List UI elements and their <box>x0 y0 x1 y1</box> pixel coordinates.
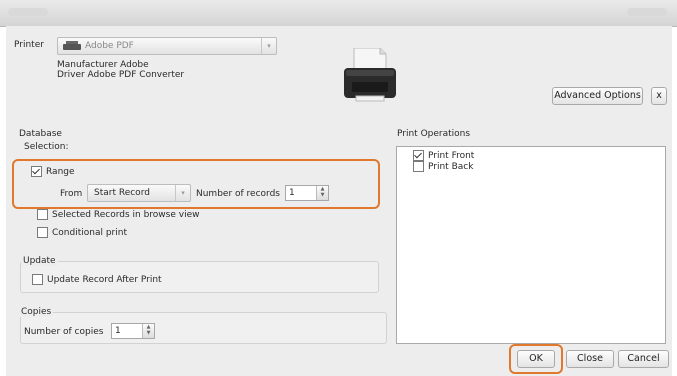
print-front-checkbox[interactable] <box>413 150 424 161</box>
stepper-arrows-icon[interactable]: ▲ ▼ <box>142 324 154 338</box>
copies-value: 1 <box>115 326 121 336</box>
print-operations-list: Print Front Print Back <box>396 146 666 344</box>
printer-icon <box>340 47 400 104</box>
copies-title: Copies <box>19 307 54 317</box>
titlebar-right-controls <box>627 8 667 16</box>
print-operations-title: Print Operations <box>397 129 471 139</box>
conditional-print-checkbox[interactable]: Conditional print <box>37 227 127 238</box>
print-back-checkbox[interactable] <box>413 161 424 172</box>
print-front-option[interactable]: Print Front <box>413 150 474 161</box>
conditional-print-checkbox-box[interactable] <box>37 227 48 238</box>
selected-records-label: Selected Records in browse view <box>52 210 200 220</box>
printer-driver: Driver Adobe PDF Converter <box>57 70 185 80</box>
database-title: Database <box>19 129 62 139</box>
printer-select-value: Adobe PDF <box>85 41 134 51</box>
close-x-button[interactable]: x <box>651 87 667 105</box>
selected-records-checkbox[interactable]: Selected Records in browse view <box>37 209 199 220</box>
window-titlebar <box>0 0 677 27</box>
copies-stepper[interactable]: 1 ▲ ▼ <box>111 323 155 339</box>
update-record-checkbox[interactable]: Update Record After Print <box>32 274 162 285</box>
close-button[interactable]: Close <box>566 350 614 368</box>
print-back-option[interactable]: Print Back <box>413 161 473 172</box>
print-back-label: Print Back <box>428 162 474 172</box>
advanced-options-button[interactable]: Advanced Options <box>552 87 643 105</box>
update-title: Update <box>21 256 58 266</box>
printer-label: Printer <box>14 40 44 50</box>
printer-small-icon <box>63 41 81 50</box>
printer-manufacturer: Manufacturer Adobe <box>57 60 149 70</box>
selection-label: Selection: <box>24 142 69 152</box>
chevron-down-icon: ▾ <box>261 38 276 54</box>
print-dialog: Printer Adobe PDF ▾ Manufacturer Adobe D… <box>6 26 672 376</box>
cancel-button[interactable]: Cancel <box>618 350 669 368</box>
range-highlight-frame <box>12 159 380 209</box>
selected-records-checkbox-box[interactable] <box>37 209 48 220</box>
printer-select[interactable]: Adobe PDF ▾ <box>57 37 277 55</box>
print-front-label: Print Front <box>428 151 475 161</box>
update-record-checkbox-box[interactable] <box>32 274 43 285</box>
ok-highlight-frame <box>509 344 563 374</box>
update-record-label: Update Record After Print <box>47 275 162 285</box>
titlebar-left-controls <box>8 8 48 16</box>
conditional-print-label: Conditional print <box>52 228 127 238</box>
copies-label: Number of copies <box>24 327 104 337</box>
